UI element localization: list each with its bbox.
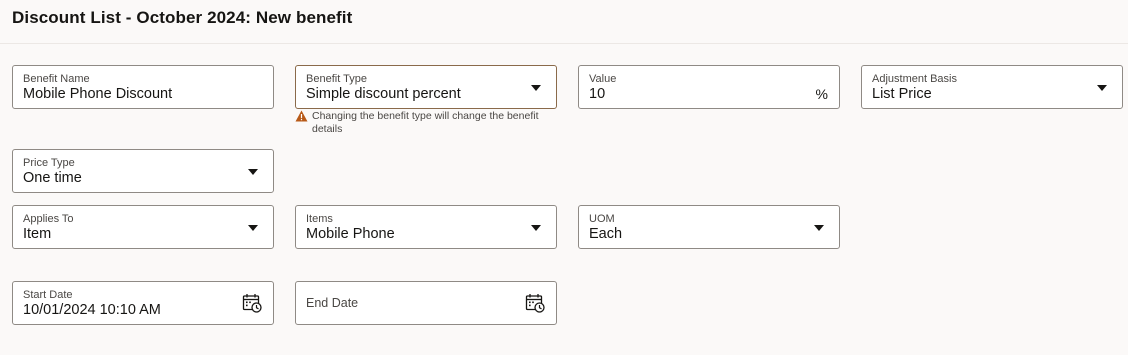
calendar-icon[interactable] bbox=[525, 293, 545, 313]
uom-value: Each bbox=[589, 226, 623, 242]
warning-text: Changing the benefit type will change th… bbox=[312, 110, 539, 135]
value-label: Value bbox=[589, 73, 617, 85]
adjustment-basis-value: List Price bbox=[872, 86, 932, 102]
benefit-type-select[interactable]: Benefit Type Simple discount percent bbox=[295, 65, 557, 109]
end-date-label: End Date bbox=[306, 296, 359, 310]
benefit-name-label: Benefit Name bbox=[23, 73, 90, 85]
chevron-down-icon[interactable] bbox=[248, 225, 258, 231]
price-type-select[interactable]: Price Type One time bbox=[12, 149, 274, 193]
start-date-label: Start Date bbox=[23, 289, 73, 301]
chevron-down-icon[interactable] bbox=[814, 225, 824, 231]
price-type-label: Price Type bbox=[23, 157, 75, 169]
applies-to-select[interactable]: Applies To Item bbox=[12, 205, 274, 249]
benefit-name-value: Mobile Phone Discount bbox=[23, 86, 173, 102]
calendar-icon[interactable] bbox=[242, 293, 262, 313]
value-field[interactable]: Value 10 % bbox=[578, 65, 840, 109]
chevron-down-icon[interactable] bbox=[531, 225, 541, 231]
uom-select[interactable]: UOM Each bbox=[578, 205, 840, 249]
start-date-value[interactable]: 10/01/2024 10:10 AM bbox=[23, 302, 161, 318]
benefit-type-value: Simple discount percent bbox=[306, 86, 461, 102]
start-date-field[interactable]: Start Date 10/01/2024 10:10 AM bbox=[12, 281, 274, 325]
items-select[interactable]: Items Mobile Phone bbox=[295, 205, 557, 249]
end-date-field[interactable]: End Date bbox=[295, 281, 557, 325]
applies-to-value: Item bbox=[23, 226, 52, 242]
chevron-down-icon[interactable] bbox=[531, 85, 541, 91]
applies-to-label: Applies To bbox=[23, 213, 74, 225]
adjustment-basis-select[interactable]: Adjustment Basis List Price bbox=[861, 65, 1123, 109]
price-type-value: One time bbox=[23, 170, 82, 186]
page-title: Discount List - October 2024: New benefi… bbox=[12, 8, 353, 27]
value-input[interactable]: 10 bbox=[589, 86, 605, 102]
percent-suffix: % bbox=[815, 86, 828, 102]
chevron-down-icon[interactable] bbox=[1097, 85, 1107, 91]
adjustment-basis-label: Adjustment Basis bbox=[872, 73, 957, 85]
chevron-down-icon[interactable] bbox=[248, 169, 258, 175]
uom-label: UOM bbox=[589, 213, 615, 225]
benefit-type-label: Benefit Type bbox=[306, 73, 367, 85]
benefit-name-field[interactable]: Benefit Name Mobile Phone Discount bbox=[12, 65, 274, 109]
items-value: Mobile Phone bbox=[306, 226, 395, 242]
page-header: Discount List - October 2024: New benefi… bbox=[0, 0, 1128, 44]
warning-icon bbox=[295, 110, 308, 122]
items-label: Items bbox=[306, 213, 333, 225]
